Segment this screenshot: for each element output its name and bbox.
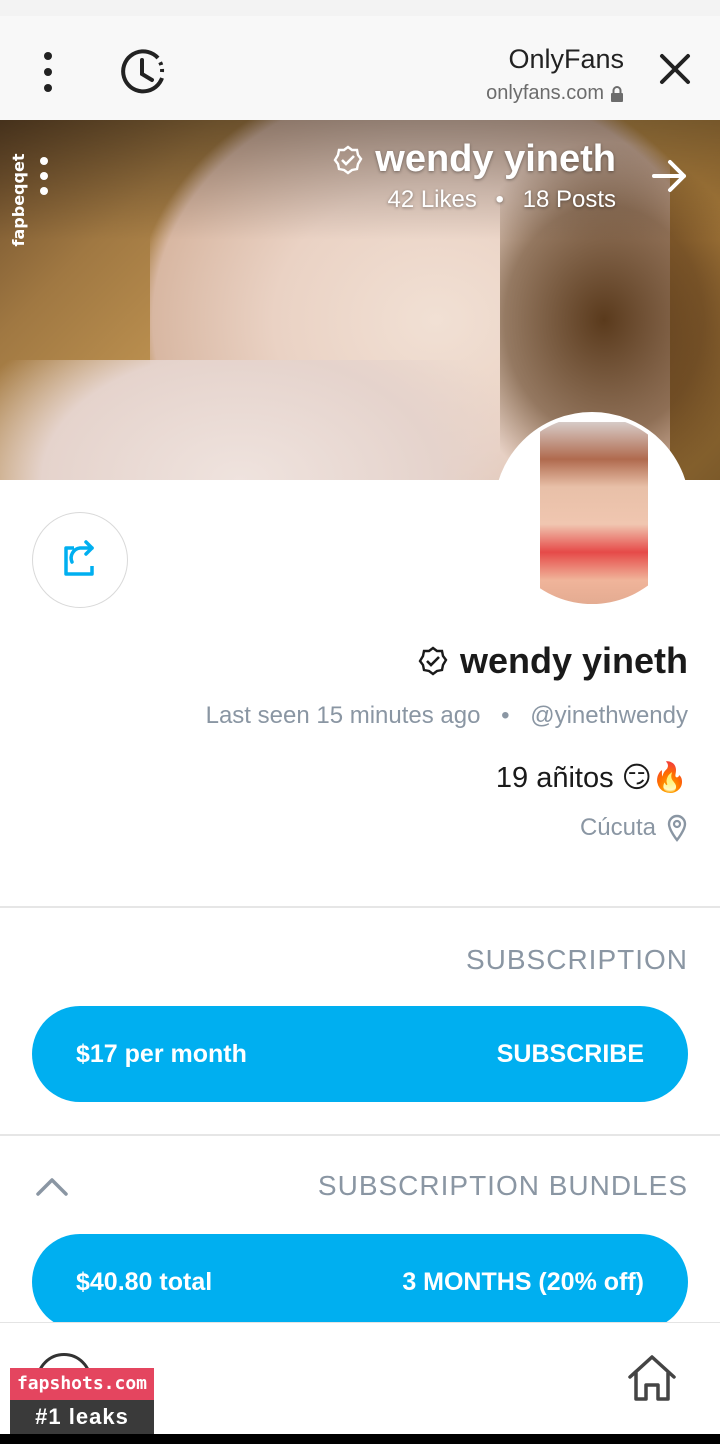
cover-name: wendy yineth <box>333 138 616 181</box>
bio: 19 añitos 😏🔥 <box>495 762 688 794</box>
avatar[interactable] <box>494 412 690 608</box>
section-divider <box>0 1134 720 1136</box>
location-pin-icon <box>667 814 687 842</box>
handle: @yinethwendy <box>530 702 688 729</box>
page-title: OnlyFans <box>508 44 624 74</box>
subscription-title: SUBSCRIPTION <box>465 944 688 975</box>
avatar-photo <box>540 422 648 604</box>
svg-text:fapbeqqet: fapbeqqet <box>12 153 28 246</box>
lock-icon <box>611 85 623 102</box>
cover-name-text: wendy yineth <box>375 138 616 180</box>
location: Cúcuta <box>580 814 688 842</box>
subscribe-label: SUBSCRIBE <box>496 1040 644 1068</box>
home-icon[interactable] <box>624 1351 680 1405</box>
handle-separator: • <box>501 702 510 729</box>
likes-count: 42 Likes <box>387 186 477 213</box>
share-icon <box>64 540 94 576</box>
bundle-button[interactable]: $40.80 total 3 MONTHS (20% off) <box>32 1234 688 1330</box>
profile-name: wendy yineth <box>418 640 688 682</box>
subscribe-button[interactable]: $17 per month SUBSCRIBE <box>32 1006 688 1102</box>
stats-separator: • <box>495 186 504 213</box>
close-icon[interactable] <box>658 52 692 86</box>
side-watermark: fapbeqqet <box>12 153 28 246</box>
browser-top-bar: OnlyFans onlyfans.com <box>0 16 720 120</box>
subscribe-price: $17 per month <box>76 1040 247 1068</box>
bundle-price: $40.80 total <box>76 1268 213 1296</box>
watermark-tagline: #1 leaks <box>10 1400 154 1434</box>
verified-badge-icon <box>333 145 363 174</box>
profile-name-text: wendy yineth <box>459 640 688 681</box>
domain-text: onlyfans.com <box>486 82 604 104</box>
status-bar <box>0 0 720 16</box>
system-nav-strip <box>0 1434 720 1444</box>
chevron-up-icon[interactable] <box>34 1170 70 1200</box>
bundle-label: 3 MONTHS (20% off) <box>402 1268 644 1296</box>
watermark-badge: fapshots.com #1 leaks <box>10 1368 154 1434</box>
share-button[interactable] <box>32 512 128 608</box>
posts-count: 18 Posts <box>522 186 616 213</box>
cover-stats: 42 Likes • 18 Posts <box>387 186 616 214</box>
watermark-site: fapshots.com <box>10 1368 154 1400</box>
bundles-title: SUBSCRIPTION BUNDLES <box>317 1170 688 1201</box>
profile-handle-line: Last seen 15 minutes ago • @yinethwendy <box>206 702 688 730</box>
more-options-icon[interactable] <box>40 50 56 94</box>
section-divider <box>0 906 720 908</box>
location-text: Cúcuta <box>579 814 656 841</box>
page-domain: onlyfans.com <box>486 82 624 105</box>
arrow-right-icon[interactable] <box>650 158 690 194</box>
verified-badge-icon <box>418 646 448 676</box>
cover-photo-shoulder <box>0 360 520 480</box>
last-seen: Last seen 15 minutes ago <box>205 702 481 729</box>
history-icon[interactable] <box>118 46 170 98</box>
more-options-icon[interactable] <box>36 156 52 196</box>
